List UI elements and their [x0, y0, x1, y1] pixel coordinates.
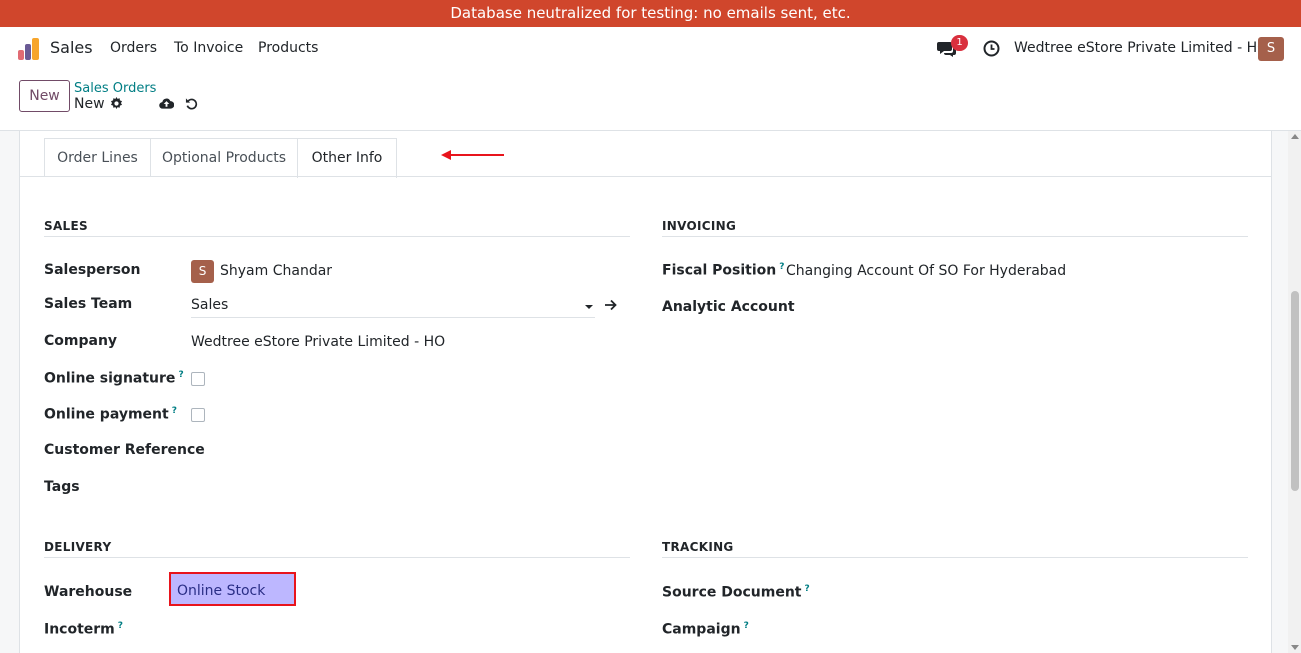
- warehouse-value: Online Stock: [177, 583, 266, 599]
- cloud-upload-icon[interactable]: [159, 97, 174, 110]
- fiscal-position-label: Fiscal Position?: [662, 262, 785, 279]
- gear-icon[interactable]: [110, 97, 123, 110]
- salesperson-avatar: S: [191, 260, 214, 283]
- scroll-down-icon[interactable]: [1291, 645, 1299, 650]
- app-name[interactable]: Sales: [50, 38, 93, 57]
- salesperson-label: Salesperson: [44, 262, 141, 278]
- incoterm-label: Incoterm?: [44, 621, 124, 638]
- section-invoicing-divider: [662, 236, 1248, 237]
- form-sheet: Order Lines Optional Products Other Info…: [19, 131, 1272, 653]
- analytic-account-label: Analytic Account: [662, 299, 795, 315]
- tags-label: Tags: [44, 479, 80, 495]
- vertical-scrollbar[interactable]: [1288, 131, 1301, 653]
- chat-badge: 1: [951, 35, 968, 51]
- neutralized-banner: Database neutralized for testing: no ema…: [0, 0, 1301, 27]
- tab-other-info[interactable]: Other Info: [297, 138, 397, 178]
- arrow-right-icon[interactable]: [605, 299, 618, 311]
- online-payment-label: Online payment?: [44, 406, 177, 423]
- company-switcher[interactable]: Wedtree eStore Private Limited - HO: [1014, 40, 1268, 56]
- clock-icon[interactable]: [983, 40, 1000, 57]
- tabs-divider: [20, 176, 1271, 177]
- fiscal-position-value[interactable]: Changing Account Of SO For Hyderabad: [786, 263, 1066, 279]
- dropdown-caret-icon[interactable]: [585, 305, 593, 309]
- online-signature-label: Online signature?: [44, 370, 184, 387]
- section-tracking-divider: [662, 557, 1248, 558]
- company-label: Company: [44, 333, 118, 349]
- tab-optional-products[interactable]: Optional Products: [150, 138, 298, 177]
- company-value[interactable]: Wedtree eStore Private Limited - HO: [191, 334, 445, 350]
- tab-order-lines[interactable]: Order Lines: [44, 138, 151, 177]
- nav-products[interactable]: Products: [258, 40, 318, 56]
- scroll-up-icon[interactable]: [1291, 134, 1299, 139]
- control-panel: New Sales Orders New: [0, 71, 1301, 131]
- section-sales-title: SALES: [44, 219, 88, 233]
- section-invoicing-title: INVOICING: [662, 219, 737, 233]
- nav-orders[interactable]: Orders: [110, 40, 157, 56]
- campaign-label: Campaign?: [662, 621, 749, 638]
- new-button[interactable]: New: [19, 80, 70, 112]
- top-navbar: Sales Orders To Invoice Products 1 Wedtr…: [0, 27, 1301, 71]
- source-document-label: Source Document?: [662, 584, 810, 601]
- nav-to-invoice[interactable]: To Invoice: [174, 40, 243, 56]
- section-delivery-divider: [44, 557, 630, 558]
- form-area: Order Lines Optional Products Other Info…: [0, 131, 1301, 653]
- warehouse-field[interactable]: Online Stock: [169, 572, 296, 606]
- sales-team-label: Sales Team: [44, 296, 133, 312]
- sales-team-value[interactable]: Sales: [191, 297, 228, 313]
- sales-logo-icon[interactable]: [18, 38, 40, 60]
- online-payment-checkbox[interactable]: [191, 408, 205, 422]
- online-signature-checkbox[interactable]: [191, 372, 205, 386]
- salesperson-value[interactable]: Shyam Chandar: [220, 263, 332, 279]
- undo-icon[interactable]: [185, 97, 198, 110]
- warehouse-label: Warehouse: [44, 584, 133, 600]
- user-avatar[interactable]: S: [1258, 37, 1284, 61]
- sales-team-underline: [191, 317, 595, 318]
- section-delivery-title: DELIVERY: [44, 540, 112, 554]
- customer-reference-label: Customer Reference: [44, 442, 205, 458]
- annotation-arrow-icon: [441, 150, 504, 160]
- breadcrumb-current: New: [74, 96, 105, 112]
- section-tracking-title: TRACKING: [662, 540, 734, 554]
- section-sales-divider: [44, 236, 630, 237]
- breadcrumb-sales-orders[interactable]: Sales Orders: [74, 81, 156, 96]
- scroll-thumb[interactable]: [1291, 291, 1299, 491]
